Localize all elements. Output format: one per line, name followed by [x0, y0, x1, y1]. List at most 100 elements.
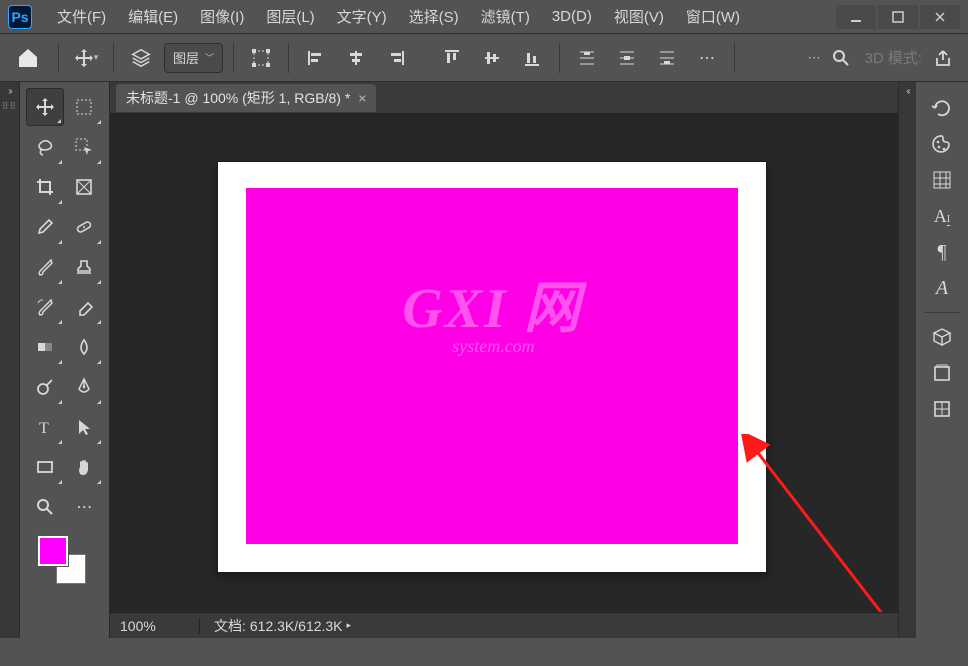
- tool-edit-toolbar[interactable]: ⋯: [66, 488, 104, 526]
- app-logo: Ps: [8, 5, 32, 29]
- svg-text:T: T: [39, 420, 49, 437]
- status-bar: 100% 文档: 612.3K/612.3K ▸: [110, 612, 898, 638]
- menu-edit[interactable]: 编辑(E): [117, 2, 189, 31]
- home-button[interactable]: [8, 41, 48, 75]
- maximize-icon: [892, 11, 904, 23]
- align-vcenter-button[interactable]: [475, 41, 509, 75]
- menu-file[interactable]: 文件(F): [46, 2, 117, 31]
- foreground-color-swatch[interactable]: [38, 536, 68, 566]
- zoom-icon: [35, 497, 55, 517]
- tool-rectangle[interactable]: [26, 448, 64, 486]
- separator: [233, 43, 234, 73]
- menu-3d[interactable]: 3D(D): [541, 4, 603, 29]
- tool-dodge[interactable]: [26, 368, 64, 406]
- status-doc-size: 612.3K/612.3K: [250, 618, 343, 634]
- lasso-icon: [35, 137, 55, 157]
- align-more-button[interactable]: ⋯: [690, 41, 724, 75]
- menu-image[interactable]: 图像(I): [189, 2, 255, 31]
- tab-close-icon[interactable]: ×: [358, 90, 366, 106]
- menu-type[interactable]: 文字(Y): [326, 2, 398, 31]
- chevron-left-icon: ‹‹: [906, 82, 909, 97]
- bandage-icon: [74, 217, 94, 237]
- close-button[interactable]: [920, 5, 960, 29]
- tool-hand[interactable]: [66, 448, 104, 486]
- tool-eraser[interactable]: [66, 288, 104, 326]
- pilcrow-icon: ¶: [937, 241, 946, 264]
- panel-glyphs[interactable]: A: [924, 272, 960, 304]
- tool-move[interactable]: [26, 88, 64, 126]
- show-transform-controls[interactable]: [244, 41, 278, 75]
- panel-swatches[interactable]: [924, 164, 960, 196]
- tool-brush[interactable]: [26, 248, 64, 286]
- frame-icon: [74, 177, 94, 197]
- tool-eyedropper[interactable]: [26, 208, 64, 246]
- document-tab[interactable]: 未标题-1 @ 100% (矩形 1, RGB/8) * ×: [116, 84, 376, 112]
- right-panel-collapse[interactable]: ‹‹: [898, 82, 916, 638]
- menu-select[interactable]: 选择(S): [398, 2, 470, 31]
- tool-lasso[interactable]: [26, 128, 64, 166]
- panel-character[interactable]: AI: [924, 200, 960, 232]
- overflow-icon[interactable]: ⋯: [807, 50, 820, 66]
- panel-3d[interactable]: [924, 321, 960, 353]
- maximize-button[interactable]: [878, 5, 918, 29]
- distribute-top-button[interactable]: [570, 41, 604, 75]
- tool-rect-marquee[interactable]: [66, 88, 104, 126]
- align-top-button[interactable]: [435, 41, 469, 75]
- search-button[interactable]: [824, 41, 858, 75]
- layers-stack-icon: [130, 47, 152, 69]
- menu-layer[interactable]: 图层(L): [255, 2, 325, 31]
- separator: [113, 43, 114, 73]
- tool-gradient[interactable]: [26, 328, 64, 366]
- tool-frame[interactable]: [66, 168, 104, 206]
- zoom-field[interactable]: 100%: [110, 618, 200, 634]
- move-tool-indicator[interactable]: ▾: [69, 41, 103, 75]
- tool-healing[interactable]: [66, 208, 104, 246]
- tool-quick-select[interactable]: [66, 128, 104, 166]
- tool-zoom[interactable]: [26, 488, 64, 526]
- dropdown-label: 图层: [173, 48, 199, 67]
- eraser-icon: [74, 297, 94, 317]
- tool-pen[interactable]: [66, 368, 104, 406]
- tool-stamp[interactable]: [66, 248, 104, 286]
- auto-select-toggle[interactable]: [124, 41, 158, 75]
- glyph-icon: A: [936, 277, 948, 300]
- separator: [734, 43, 735, 73]
- align-hcenter-button[interactable]: [339, 41, 373, 75]
- home-icon: [16, 46, 40, 70]
- panel-libraries[interactable]: [924, 357, 960, 389]
- align-hcenter-icon: [347, 49, 365, 67]
- color-swatches[interactable]: [26, 532, 103, 592]
- distribute-vcenter-button[interactable]: [610, 41, 644, 75]
- auto-select-scope-dropdown[interactable]: 图层 ﹀: [164, 43, 223, 73]
- canvas-viewport[interactable]: GXI 网 system.com: [110, 114, 898, 612]
- brush-icon: [35, 257, 55, 277]
- dodge-icon: [35, 377, 55, 397]
- left-panel-collapse[interactable]: ›› ⠿⠿: [0, 82, 20, 638]
- align-right-button[interactable]: [379, 41, 413, 75]
- align-left-button[interactable]: [299, 41, 333, 75]
- tool-crop[interactable]: [26, 168, 64, 206]
- minimize-button[interactable]: [836, 5, 876, 29]
- tool-history-brush[interactable]: [26, 288, 64, 326]
- menu-view[interactable]: 视图(V): [603, 2, 675, 31]
- droplet-icon: [74, 337, 94, 357]
- status-doc-info[interactable]: 文档: 612.3K/612.3K ▸: [200, 616, 351, 636]
- tool-blur[interactable]: [66, 328, 104, 366]
- right-rail-wrap: ‹‹ AI ¶ A: [898, 82, 968, 638]
- share-button[interactable]: [926, 41, 960, 75]
- rectangle-icon: [35, 457, 55, 477]
- close-icon: [934, 11, 946, 23]
- panel-color[interactable]: [924, 128, 960, 160]
- move-icon: [35, 97, 55, 117]
- align-bottom-button[interactable]: [515, 41, 549, 75]
- pen-icon: [74, 377, 94, 397]
- menu-filter[interactable]: 滤镜(T): [470, 2, 541, 31]
- panel-paragraph[interactable]: ¶: [924, 236, 960, 268]
- tool-type[interactable]: T: [26, 408, 64, 446]
- distribute-bottom-button[interactable]: [650, 41, 684, 75]
- type-icon: T: [35, 417, 55, 437]
- tool-path-select[interactable]: [66, 408, 104, 446]
- panel-adjustments[interactable]: [924, 393, 960, 425]
- menu-window[interactable]: 窗口(W): [675, 2, 751, 31]
- panel-history[interactable]: [924, 92, 960, 124]
